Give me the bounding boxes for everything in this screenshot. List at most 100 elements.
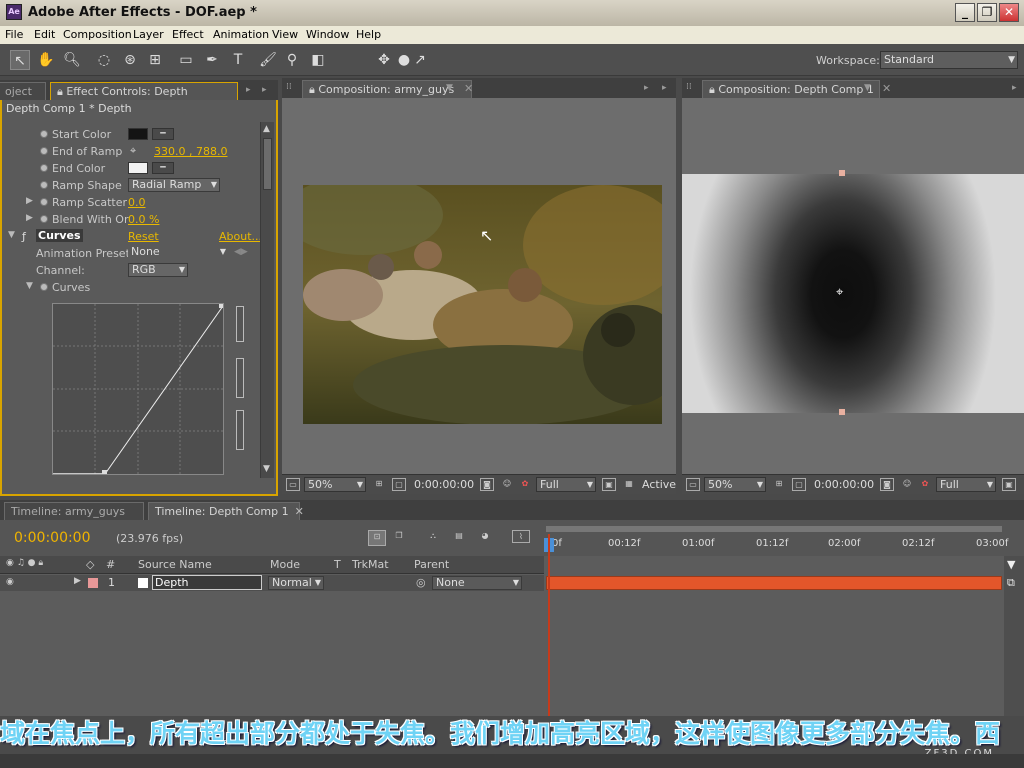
- ramp-shape-select[interactable]: Radial Ramp ▼: [128, 178, 220, 192]
- puppet-starch-tool-icon[interactable]: ↗: [410, 50, 430, 70]
- tab-timeline-depth[interactable]: Timeline: Depth Comp 1 ✕: [148, 502, 304, 520]
- comp-army-resolution-select[interactable]: Full ▼: [536, 477, 596, 492]
- clone-stamp-tool-icon[interactable]: ⚲: [282, 50, 302, 70]
- ramp-handle-bottom[interactable]: [839, 409, 845, 415]
- pickwhip-icon[interactable]: ◎: [416, 576, 426, 589]
- minimize-button[interactable]: _: [955, 3, 975, 22]
- layer-name[interactable]: Depth: [152, 575, 262, 590]
- open-curve-button[interactable]: [236, 410, 244, 450]
- chevron-down-icon[interactable]: ▼: [864, 83, 871, 93]
- type-tool-icon[interactable]: T: [228, 50, 248, 70]
- panel-menu-icon[interactable]: ▸: [1012, 83, 1017, 93]
- panel-expand-icon[interactable]: ▸: [662, 83, 667, 93]
- column-source-name[interactable]: Source Name: [138, 558, 212, 571]
- frame-blending-icon[interactable]: ▤: [452, 530, 466, 543]
- pencil-tool-button[interactable]: [236, 358, 244, 398]
- expand-triangle-icon[interactable]: ▶: [74, 576, 81, 586]
- comp-army-view[interactable]: Active: [642, 478, 676, 491]
- layer-parent-select[interactable]: None ▼: [432, 576, 522, 590]
- maximize-button[interactable]: ❐: [977, 3, 997, 22]
- draft-3d-icon[interactable]: ❐: [392, 530, 406, 543]
- scroll-up-icon[interactable]: ▲: [263, 124, 270, 134]
- effect-controls-scrollbar[interactable]: ▲ ▼: [260, 122, 274, 478]
- channel-icon[interactable]: ✿: [918, 478, 932, 491]
- snapshot-icon[interactable]: ◙: [880, 478, 894, 491]
- close-button[interactable]: ✕: [999, 3, 1019, 22]
- eye-icon[interactable]: ◉: [6, 577, 14, 587]
- menu-composition[interactable]: Composition: [63, 28, 132, 41]
- about-link[interactable]: About...: [219, 230, 262, 243]
- orbit-camera-tool-icon[interactable]: ⊛: [120, 50, 140, 70]
- composition-mini-flowchart-icon[interactable]: ⊡: [368, 530, 386, 546]
- comp-depth-zoom-select[interactable]: 50% ▼: [704, 477, 766, 492]
- motion-blur-icon[interactable]: ◕: [478, 530, 492, 543]
- comp-army-viewer[interactable]: ↖: [282, 98, 676, 474]
- show-snapshot-icon[interactable]: ☺: [900, 478, 914, 491]
- show-snapshot-icon[interactable]: ☺: [500, 478, 514, 491]
- puppet-pin-tool-icon[interactable]: ✥: [374, 50, 394, 70]
- collapse-triangle-icon[interactable]: ▼: [26, 281, 33, 291]
- current-time[interactable]: 0:00:00:00: [14, 530, 91, 546]
- curves-effect-label[interactable]: Curves: [36, 229, 83, 242]
- scroll-thumb[interactable]: [263, 138, 272, 190]
- rectangle-mask-tool-icon[interactable]: ▭: [176, 50, 196, 70]
- channel-icon[interactable]: ✿: [518, 478, 532, 491]
- fast-previews-icon[interactable]: ▣: [602, 478, 616, 491]
- tab-comp-depth[interactable]: 🔒︎ Composition: Depth Comp 1: [702, 80, 880, 98]
- panel-menu-icon[interactable]: ▸: [246, 85, 251, 95]
- layer-duration-bar[interactable]: [546, 576, 1002, 590]
- menu-window[interactable]: Window: [306, 28, 349, 41]
- stopwatch-icon[interactable]: [40, 130, 48, 138]
- stopwatch-icon[interactable]: [40, 198, 48, 206]
- curve-point[interactable]: [219, 304, 223, 308]
- reset-link[interactable]: Reset: [128, 230, 159, 243]
- menu-help[interactable]: Help: [356, 28, 381, 41]
- close-icon[interactable]: ✕: [464, 82, 473, 95]
- time-ruler[interactable]: 0f 00:12f 01:00f 01:12f 02:00f 02:12f 03…: [544, 526, 1008, 556]
- curve-tool-button[interactable]: [236, 306, 244, 342]
- layer-mode-select[interactable]: Normal ▼: [268, 576, 324, 590]
- scroll-down-icon[interactable]: ▼: [263, 464, 270, 474]
- layer-lock-icon[interactable]: ⧉: [1007, 576, 1015, 590]
- menu-file[interactable]: File: [5, 28, 23, 41]
- stopwatch-icon[interactable]: [40, 181, 48, 189]
- hand-tool-icon[interactable]: ✋: [36, 50, 56, 70]
- region-of-interest-icon[interactable]: ▢: [792, 478, 806, 491]
- stopwatch-icon[interactable]: [40, 215, 48, 223]
- drag-grip-icon[interactable]: ⁞⁞: [286, 82, 292, 92]
- crosshair-icon[interactable]: ⌖: [836, 285, 843, 300]
- tab-timeline-army[interactable]: Timeline: army_guys: [4, 502, 144, 520]
- chevron-down-icon[interactable]: ▼: [446, 83, 453, 93]
- eraser-tool-icon[interactable]: ◧: [308, 50, 328, 70]
- stopwatch-icon[interactable]: [40, 283, 48, 291]
- channel-select[interactable]: RGB ▼: [128, 263, 188, 277]
- hide-shy-layers-icon[interactable]: ⛬: [426, 530, 440, 543]
- tab-effect-controls[interactable]: 🔒︎ Effect Controls: Depth: [50, 82, 238, 100]
- tab-project[interactable]: oject: [0, 82, 46, 100]
- transparency-grid-icon[interactable]: ▦: [622, 478, 636, 491]
- menu-animation[interactable]: Animation: [213, 28, 269, 41]
- comp-depth-viewer[interactable]: ⌖: [682, 98, 1024, 474]
- collapse-triangle-icon[interactable]: ▼: [8, 230, 15, 240]
- drag-grip-icon[interactable]: ⁞⁞: [686, 82, 692, 92]
- expand-triangle-icon[interactable]: ▶: [26, 213, 33, 223]
- panel-menu-icon[interactable]: ▸: [644, 83, 649, 93]
- ramp-scatter-value[interactable]: 0.0: [128, 196, 146, 209]
- workspace-select[interactable]: Standard ▼: [880, 51, 1018, 69]
- close-icon[interactable]: ✕: [295, 505, 304, 518]
- eyedropper-icon[interactable]: ━: [152, 162, 174, 174]
- pan-behind-tool-icon[interactable]: ⊞: [145, 50, 165, 70]
- layer-row[interactable]: ◉ ▶ 1 Depth Normal ▼ ◎ None ▼: [0, 575, 544, 591]
- fx-icon[interactable]: ƒ: [22, 230, 26, 243]
- work-area-bar[interactable]: [546, 526, 1002, 532]
- selection-tool-icon[interactable]: ↖: [10, 50, 30, 70]
- comp-army-timecode[interactable]: 0:00:00:00: [414, 478, 474, 491]
- grid-icon[interactable]: ⊞: [372, 478, 386, 491]
- always-preview-icon[interactable]: ▭: [686, 478, 700, 491]
- menu-edit[interactable]: Edit: [34, 28, 55, 41]
- snapshot-icon[interactable]: ◙: [480, 478, 494, 491]
- crosshair-icon[interactable]: ⌖: [130, 144, 136, 158]
- comp-army-zoom-select[interactable]: 50% ▼: [304, 477, 366, 492]
- close-icon[interactable]: ✕: [882, 82, 891, 95]
- end-of-ramp-value[interactable]: 330.0 , 788.0: [154, 145, 227, 158]
